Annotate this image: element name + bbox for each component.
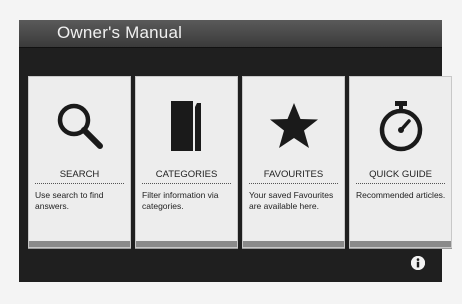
card-title: FAVOURITES [249, 169, 338, 184]
card-title: SEARCH [35, 169, 124, 184]
categories-card[interactable]: CATEGORIES Filter information via catego… [135, 76, 238, 248]
star-icon [243, 95, 344, 157]
favourites-card[interactable]: FAVOURITES Your saved Favourites are ava… [242, 76, 345, 248]
card-description: Filter information via categories. [142, 190, 219, 211]
quick-guide-card[interactable]: QUICK GUIDE Recommended articles. [349, 76, 452, 248]
card-footer-bar [136, 241, 237, 247]
card-description: Your saved Favourites are available here… [249, 190, 334, 211]
info-button[interactable] [411, 256, 425, 270]
book-icon [136, 95, 237, 157]
info-icon [411, 256, 425, 270]
card-title: CATEGORIES [142, 169, 231, 184]
card-footer-bar [29, 241, 130, 247]
card-footer-bar [350, 241, 451, 247]
magnifier-icon [29, 95, 130, 157]
card-footer-bar [243, 241, 344, 247]
search-card[interactable]: SEARCH Use search to find answers. [28, 76, 131, 248]
title-bar: Owner's Manual [19, 20, 442, 48]
page-title: Owner's Manual [57, 23, 183, 42]
card-title: QUICK GUIDE [356, 169, 445, 184]
card-description: Recommended articles. [356, 190, 446, 200]
app-screen: Owner's Manual SEARCH Use search to find… [19, 20, 452, 282]
stopwatch-icon [350, 95, 451, 157]
card-description: Use search to find answers. [35, 190, 104, 211]
